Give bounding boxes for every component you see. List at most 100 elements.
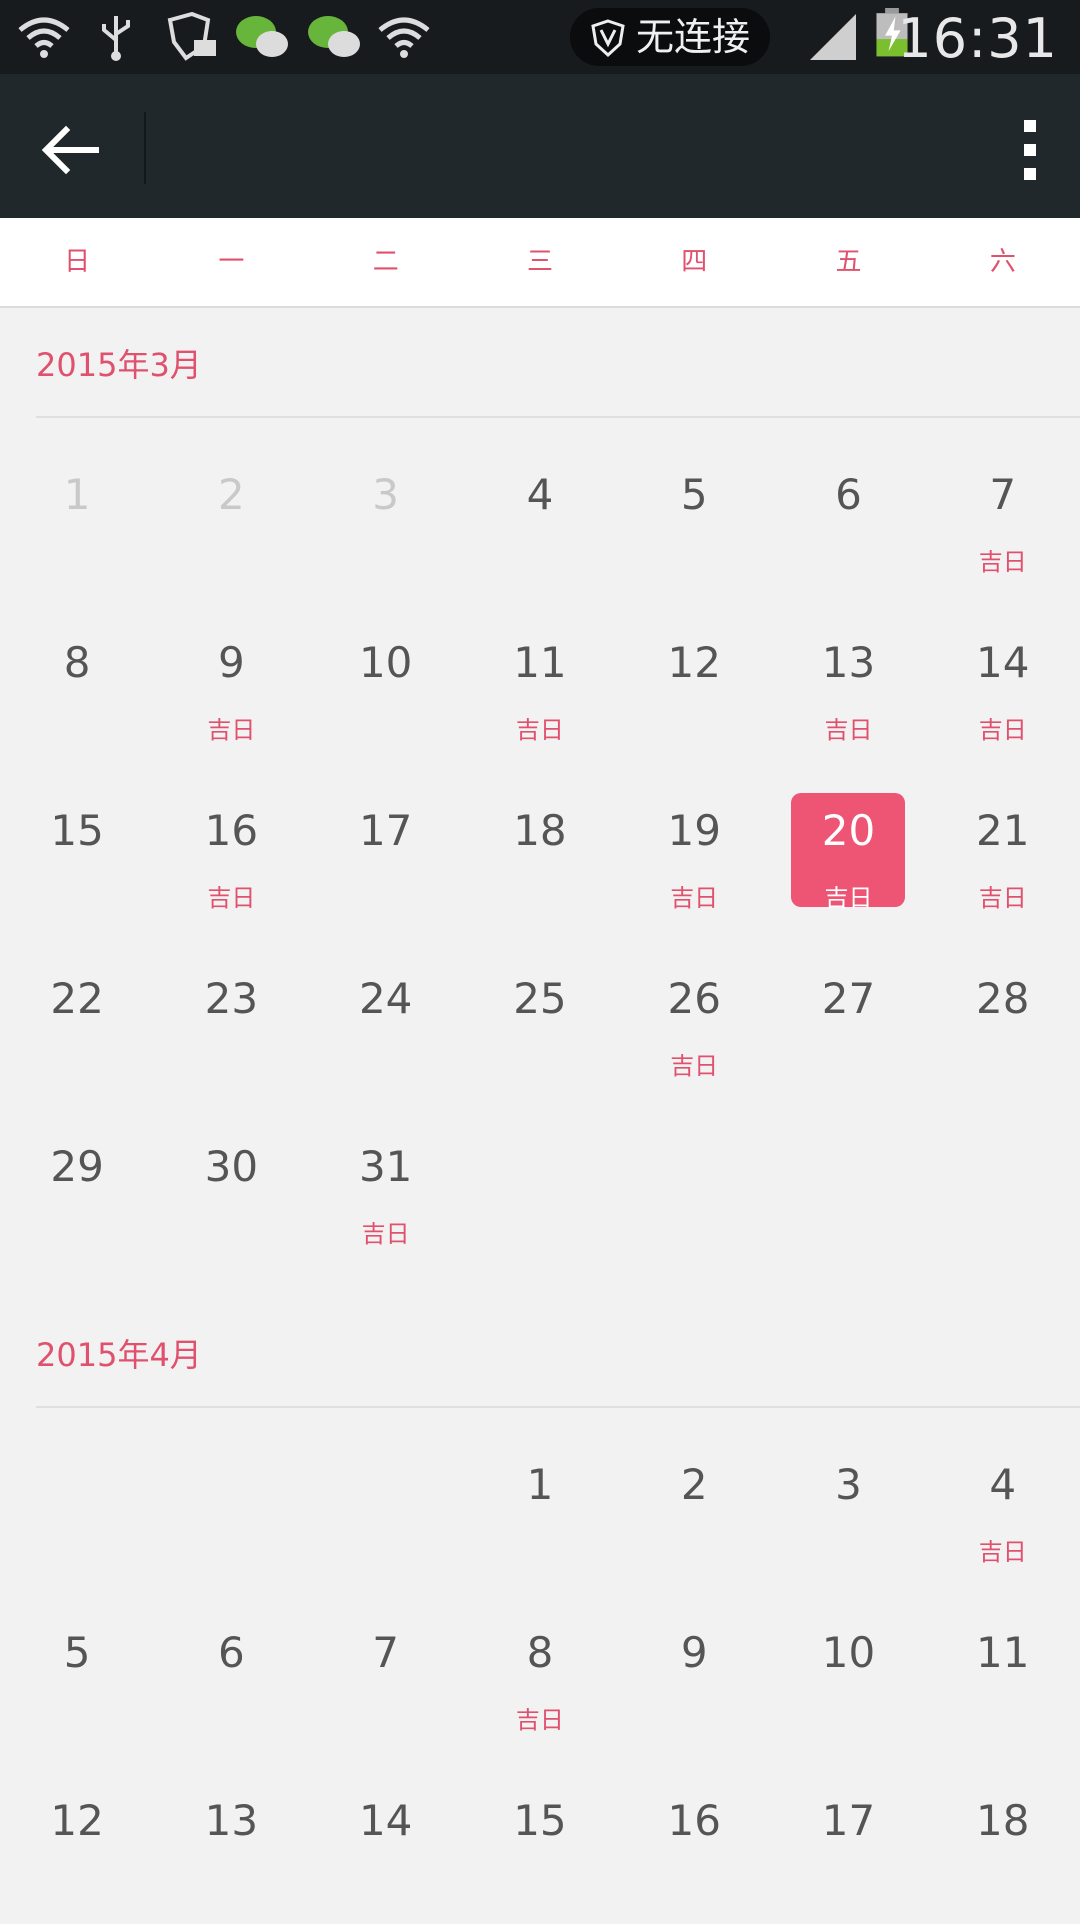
day-number: 4 — [989, 1460, 1017, 1509]
calendar-day[interactable]: 14 — [309, 1756, 463, 1924]
day-number: 7 — [372, 1628, 400, 1677]
day-number: 1 — [526, 1460, 554, 1509]
calendar-day[interactable]: 5 — [617, 430, 771, 598]
calendar-day[interactable]: 1 — [0, 430, 154, 598]
usb-icon — [102, 16, 130, 61]
calendar-day[interactable]: 13 — [154, 1756, 308, 1924]
clock: 16:31 — [897, 7, 1058, 70]
calendar-day[interactable]: 8 吉日 — [463, 1588, 617, 1756]
calendar-day[interactable]: 18 — [926, 1756, 1080, 1924]
month-title: 2015年4月 — [36, 1336, 202, 1374]
calendar-empty-cell — [463, 1102, 617, 1270]
day-number: 4 — [526, 470, 554, 519]
calendar-day[interactable]: 11 吉日 — [463, 598, 617, 766]
auspicious-day-label: 吉日 — [207, 884, 256, 912]
day-number: 6 — [218, 1628, 245, 1677]
calendar-day[interactable]: 13 吉日 — [771, 598, 925, 766]
day-number: 13 — [821, 638, 876, 687]
day-number: 27 — [821, 974, 876, 1023]
signal-icon — [810, 14, 856, 60]
calendar-day[interactable]: 16 吉日 — [154, 766, 308, 934]
calendar-day[interactable]: 21 吉日 — [926, 766, 1080, 934]
calendar-day[interactable]: 7 吉日 — [926, 430, 1080, 598]
more-vert-icon[interactable] — [1008, 114, 1052, 186]
calendar-day[interactable]: 11 — [926, 1588, 1080, 1756]
day-number: 10 — [358, 638, 413, 687]
calendar-day[interactable]: 3 — [309, 430, 463, 598]
calendar-day[interactable]: 18 — [463, 766, 617, 934]
calendar-week-row: 1 2 3 4 5 6 7 吉日 — [0, 430, 1080, 598]
day-number: 9 — [218, 638, 245, 687]
calendar-day[interactable]: 10 — [771, 1588, 925, 1756]
shield-icon — [591, 19, 625, 58]
calendar-empty-cell — [617, 1102, 771, 1270]
calendar-week-row: 5 6 7 8 吉日 9 10 11 — [0, 1588, 1080, 1756]
calendar-day[interactable]: 17 — [309, 766, 463, 934]
calendar-day[interactable]: 15 — [0, 766, 154, 934]
calendar-day[interactable]: 23 — [154, 934, 308, 1102]
day-number: 18 — [976, 1796, 1030, 1845]
day-number: 12 — [667, 638, 721, 687]
calendar-day[interactable]: 22 — [0, 934, 154, 1102]
calendar-week-row: 8 9 吉日 10 11 吉日 12 13 吉日 14 吉日 — [0, 598, 1080, 766]
calendar-day[interactable]: 15 — [463, 1756, 617, 1924]
calendar-day[interactable]: 25 — [463, 934, 617, 1102]
calendar-day[interactable]: 4 — [463, 430, 617, 598]
day-number: 23 — [204, 974, 259, 1023]
calendar-day[interactable]: 3 — [771, 1420, 925, 1588]
status-bar: 无连接 16:31 — [0, 0, 1080, 74]
weekday-label: 二 — [372, 247, 399, 277]
day-number: 5 — [63, 1628, 91, 1677]
calendar-day[interactable]: 2 — [154, 430, 308, 598]
calendar-day[interactable]: 16 — [617, 1756, 771, 1924]
calendar-day[interactable]: 24 — [309, 934, 463, 1102]
day-number: 6 — [835, 470, 862, 519]
day-number: 7 — [989, 470, 1017, 519]
auspicious-day-label: 吉日 — [207, 716, 256, 744]
calendar-day[interactable]: 5 — [0, 1588, 154, 1756]
calendar-day[interactable]: 2 — [617, 1420, 771, 1588]
calendar-day-selected[interactable]: 20 吉日 — [771, 766, 925, 934]
auspicious-day-label: 吉日 — [978, 716, 1027, 744]
calendar-day[interactable]: 27 — [771, 934, 925, 1102]
day-number: 2 — [680, 1460, 708, 1509]
day-number: 12 — [50, 1796, 104, 1845]
weekday-label: 五 — [835, 247, 862, 277]
day-number: 10 — [821, 1628, 876, 1677]
calendar-day[interactable]: 31 吉日 — [309, 1102, 463, 1270]
calendar-day[interactable]: 12 — [617, 598, 771, 766]
weekday-label: 三 — [526, 247, 553, 277]
auspicious-day-label: 吉日 — [978, 884, 1027, 912]
calendar-day[interactable]: 6 — [771, 430, 925, 598]
back-arrow-icon[interactable] — [36, 114, 108, 186]
calendar-day[interactable]: 8 — [0, 598, 154, 766]
calendar-empty-cell — [771, 1102, 925, 1270]
calendar-day[interactable]: 14 吉日 — [926, 598, 1080, 766]
calendar-day[interactable]: 26 吉日 — [617, 934, 771, 1102]
weekday-label: 六 — [989, 247, 1016, 277]
calendar-day[interactable]: 10 — [309, 598, 463, 766]
calendar-day[interactable]: 29 — [0, 1102, 154, 1270]
calendar-day[interactable]: 30 — [154, 1102, 308, 1270]
calendar-day[interactable]: 9 吉日 — [154, 598, 308, 766]
calendar-day[interactable]: 6 — [154, 1588, 308, 1756]
calendar-day[interactable]: 4 吉日 — [926, 1420, 1080, 1588]
day-number: 14 — [976, 638, 1030, 687]
calendar-day[interactable]: 1 — [463, 1420, 617, 1588]
app-bar — [0, 74, 1080, 218]
calendar-day[interactable]: 7 — [309, 1588, 463, 1756]
day-number: 2 — [218, 470, 245, 519]
calendar-day[interactable]: 9 — [617, 1588, 771, 1756]
calendar-day[interactable]: 17 — [771, 1756, 925, 1924]
day-number: 8 — [526, 1628, 554, 1677]
weekday-label: 日 — [64, 247, 91, 277]
vpn-status-pill[interactable]: 无连接 — [570, 8, 770, 66]
calendar-day[interactable]: 12 — [0, 1756, 154, 1924]
calendar-day[interactable]: 19 吉日 — [617, 766, 771, 934]
calendar-day[interactable]: 28 — [926, 934, 1080, 1102]
day-number: 3 — [835, 1460, 862, 1509]
auspicious-day-label: 吉日 — [515, 1706, 564, 1734]
day-number: 15 — [50, 806, 104, 855]
day-number: 11 — [513, 638, 567, 687]
calendar-week-row: 12 13 14 15 16 17 18 — [0, 1756, 1080, 1924]
